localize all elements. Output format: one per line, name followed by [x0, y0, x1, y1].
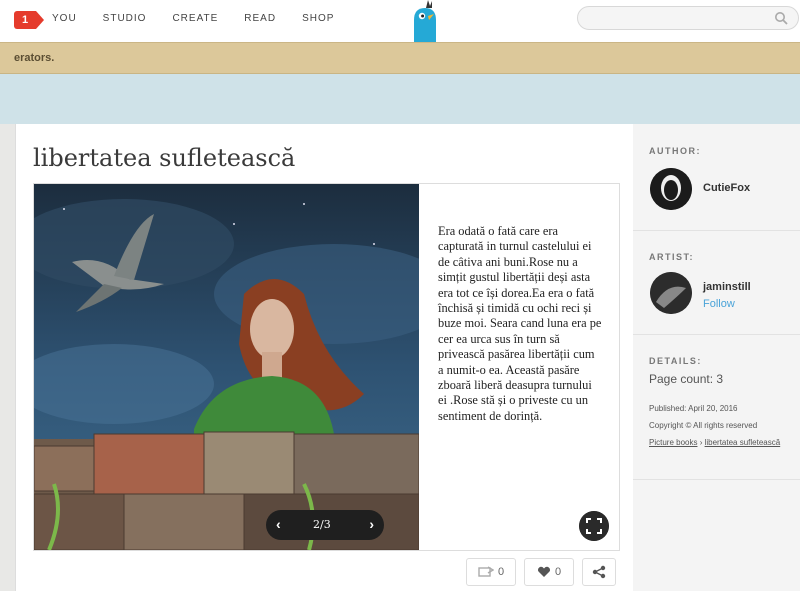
bird-logo-icon[interactable] — [408, 0, 442, 44]
artist-avatar[interactable] — [650, 272, 692, 314]
like-button[interactable]: 0 — [524, 558, 574, 586]
page-indicator: 2/3 — [313, 518, 331, 531]
like-count: 0 — [554, 566, 562, 578]
author-label: AUTHOR: — [649, 146, 701, 156]
breadcrumb-category[interactable]: Picture books — [649, 438, 697, 447]
breadcrumb-separator: › — [697, 438, 705, 447]
nav-item-read[interactable]: READ — [244, 13, 276, 24]
page-count: Page count: 3 — [649, 372, 724, 386]
main-nav: YOU STUDIO CREATE READ SHOP — [52, 13, 360, 24]
book-actions: 0 0 — [466, 558, 616, 588]
notification-badge[interactable]: 1 — [14, 11, 44, 29]
remix-icon — [478, 566, 494, 577]
divider — [633, 479, 800, 480]
heart-icon — [537, 566, 550, 577]
share-button[interactable] — [582, 558, 616, 586]
share-icon — [592, 565, 606, 579]
notice-banner: erators. — [0, 42, 800, 74]
page-pager: ‹ 2/3 › — [266, 510, 384, 540]
fullscreen-icon[interactable] — [579, 511, 609, 541]
remix-button[interactable]: 0 — [466, 558, 516, 586]
prev-page-button[interactable]: ‹ — [276, 516, 281, 532]
artist-label: ARTIST: — [649, 252, 694, 262]
divider — [633, 334, 800, 335]
story-text: Era odată o fată care era capturată in t… — [438, 224, 602, 423]
search-input[interactable] — [577, 6, 799, 30]
nav-item-you[interactable]: YOU — [52, 13, 77, 24]
book-viewer: Era odată o fată care era capturată in t… — [33, 183, 620, 551]
book-title: libertatea sufletească — [33, 144, 296, 172]
author-name[interactable]: CutieFox — [703, 182, 750, 194]
author-avatar-icon — [650, 168, 692, 210]
book-illustration — [34, 184, 419, 550]
search-icon[interactable] — [774, 11, 788, 25]
nav-item-studio[interactable]: STUDIO — [103, 13, 147, 24]
banner-text: erators. — [14, 52, 55, 64]
published-date: Published: April 20, 2016 — [649, 404, 738, 413]
breadcrumb-title[interactable]: libertatea sufletească — [705, 438, 781, 447]
nav-item-shop[interactable]: SHOP — [302, 13, 334, 24]
top-navigation-bar: 1 YOU STUDIO CREATE READ SHOP — [0, 0, 800, 44]
sidebar: AUTHOR: CutieFox ARTIST: jaminstill Foll… — [633, 124, 800, 591]
author-avatar[interactable] — [650, 168, 692, 210]
remix-count: 0 — [497, 566, 505, 578]
nav-item-create[interactable]: CREATE — [172, 13, 218, 24]
copyright-text: Copyright © All rights reserved — [649, 421, 758, 430]
artist-name[interactable]: jaminstill — [703, 281, 751, 293]
decorative-strip — [0, 74, 800, 124]
book-panel: libertatea sufletească Era odată o fată … — [15, 124, 633, 591]
follow-link[interactable]: Follow — [703, 298, 735, 310]
next-page-button[interactable]: › — [369, 516, 374, 532]
details-label: DETAILS: — [649, 356, 702, 366]
divider — [633, 230, 800, 231]
artist-avatar-icon — [650, 272, 692, 314]
breadcrumb: Picture books › libertatea sufletească — [649, 438, 780, 447]
